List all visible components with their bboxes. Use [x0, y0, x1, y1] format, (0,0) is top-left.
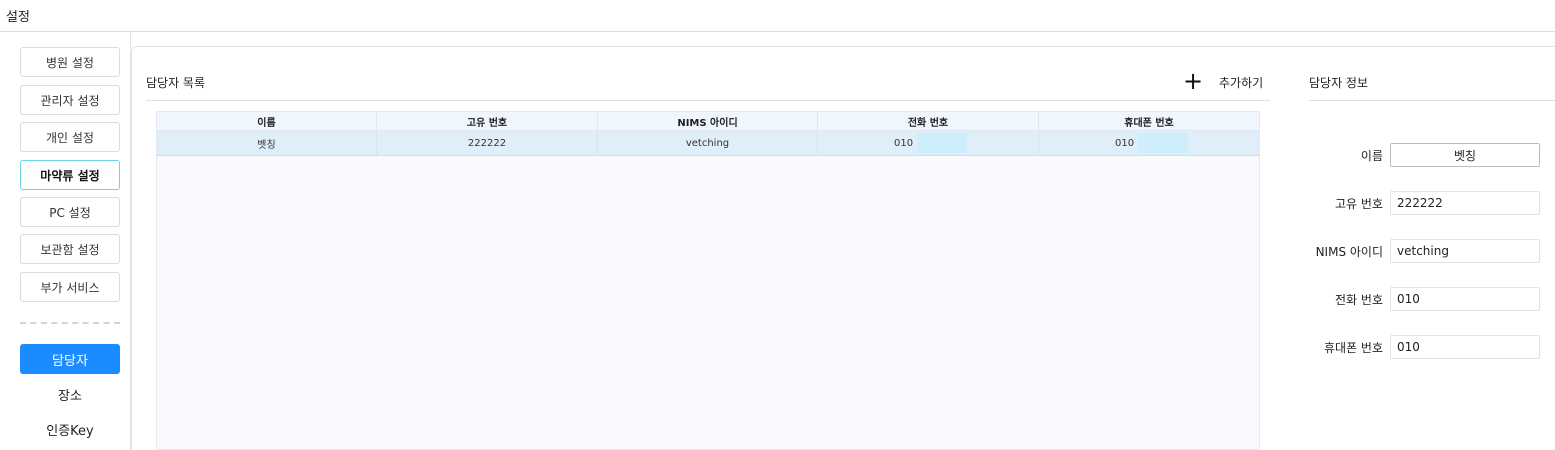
masked-value: [917, 133, 968, 153]
divider: [146, 100, 1270, 101]
cell-phone: 010: [818, 131, 1039, 155]
cell-name: 벳칭: [157, 131, 377, 155]
tab-location[interactable]: 장소: [20, 379, 120, 409]
name-button[interactable]: 벳칭: [1390, 143, 1540, 167]
tab-manager[interactable]: 담당자: [20, 344, 120, 374]
mobile-field[interactable]: [1390, 335, 1540, 359]
page-title: 설정: [6, 10, 30, 25]
sidebar-item-narcotics-settings[interactable]: 마약류 설정: [20, 160, 120, 190]
manager-list-title: 담당자 목록: [146, 76, 206, 90]
sidebar: 병원 설정 관리자 설정 개인 설정 마약류 설정 PC 설정 보관함 설정 부…: [0, 32, 131, 450]
mobile-label: 휴대폰 번호: [1323, 341, 1383, 355]
sidebar-item-hospital-settings[interactable]: 병원 설정: [20, 47, 120, 77]
name-label: 이름: [1360, 149, 1383, 163]
phone-field[interactable]: [1390, 287, 1540, 311]
sidebar-item-addon-services[interactable]: 부가 서비스: [20, 272, 120, 302]
table-header: 이름 고유 번호 NIMS 아이디 전화 번호 휴대폰 번호: [157, 112, 1259, 131]
column-header-mobile[interactable]: 휴대폰 번호: [1039, 112, 1259, 131]
cell-mobile-text: 010: [1115, 137, 1135, 149]
cell-unique-no: 222222: [377, 131, 598, 155]
manager-info-title: 담당자 정보: [1309, 76, 1369, 90]
unique-no-field[interactable]: [1390, 191, 1540, 215]
manager-table: 이름 고유 번호 NIMS 아이디 전화 번호 휴대폰 번호 벳칭 222222…: [156, 111, 1260, 450]
top-bar: 설정: [0, 0, 1555, 32]
phone-label: 전화 번호: [1335, 293, 1383, 307]
sidebar-item-pc-settings[interactable]: PC 설정: [20, 197, 120, 227]
nims-id-field[interactable]: [1390, 239, 1540, 263]
column-header-nims-id[interactable]: NIMS 아이디: [598, 112, 818, 131]
cell-nims-id: vetching: [598, 131, 818, 155]
masked-value: [1138, 133, 1189, 153]
divider: [1309, 100, 1555, 101]
table-row[interactable]: 벳칭 222222 vetching 010 010: [157, 131, 1259, 156]
tab-auth-key[interactable]: 인증Key: [20, 414, 120, 444]
sidebar-item-admin-settings[interactable]: 관리자 설정: [20, 85, 120, 115]
nims-id-label: NIMS 아이디: [1315, 245, 1383, 259]
unique-no-label: 고유 번호: [1335, 197, 1383, 211]
column-header-name[interactable]: 이름: [157, 112, 377, 131]
sidebar-divider: [20, 322, 120, 324]
cell-phone-text: 010: [894, 137, 914, 149]
add-manager-button[interactable]: 추가하기: [1219, 74, 1263, 91]
sidebar-item-storage-settings[interactable]: 보관함 설정: [20, 234, 120, 264]
sidebar-item-personal-settings[interactable]: 개인 설정: [20, 122, 120, 152]
column-header-unique-no[interactable]: 고유 번호: [377, 112, 598, 131]
column-header-phone[interactable]: 전화 번호: [818, 112, 1039, 131]
plus-icon[interactable]: +: [1183, 69, 1203, 93]
